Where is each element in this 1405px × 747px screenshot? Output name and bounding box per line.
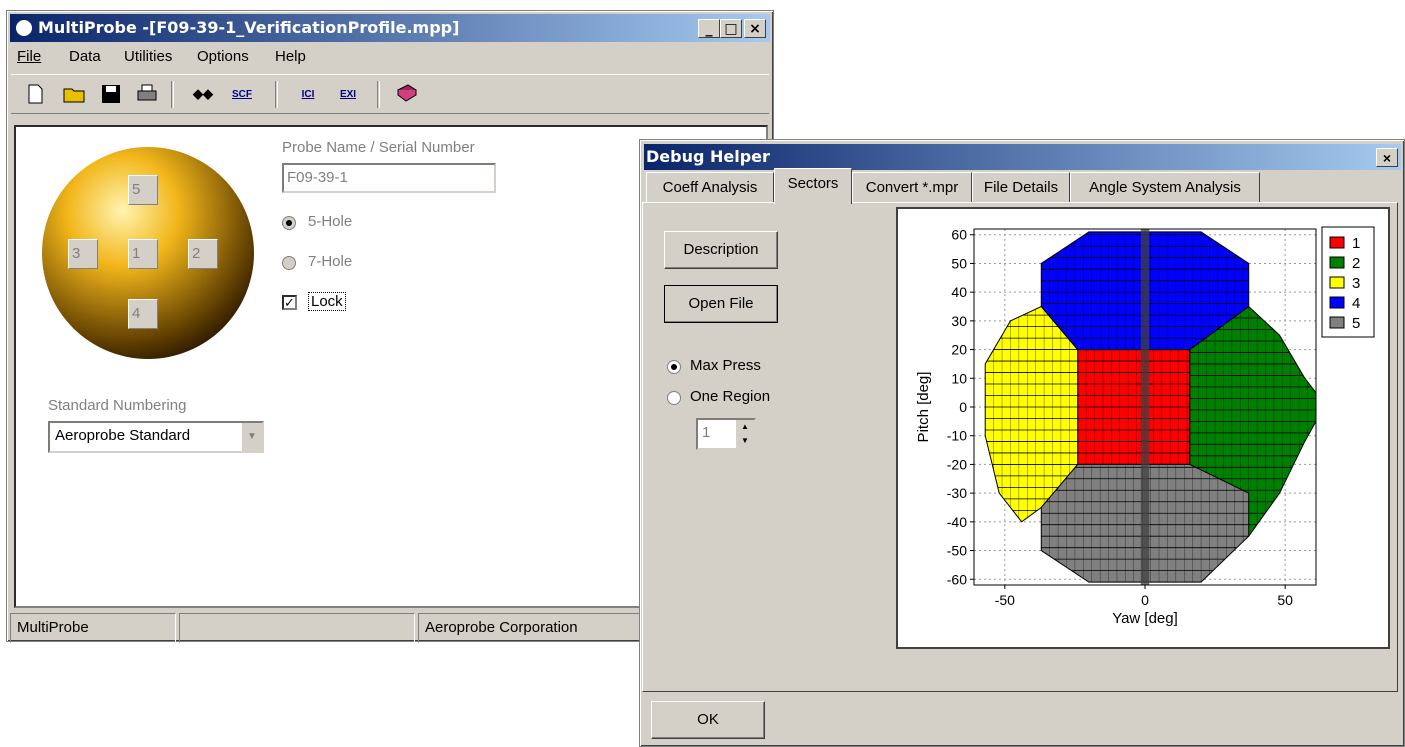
- x-tick-label: 50: [1277, 592, 1293, 608]
- legend-swatch: [1329, 316, 1345, 329]
- debug-title: Debug Helper: [646, 147, 770, 166]
- y-tick-label: 40: [951, 284, 967, 300]
- y-tick-label: 20: [951, 342, 967, 358]
- tab-coeff-analysis[interactable]: Coeff Analysis: [646, 172, 774, 202]
- minimize-button[interactable]: _: [698, 19, 720, 38]
- x-tick-label: 0: [1141, 592, 1149, 608]
- region-spinner[interactable]: 1 ▲ ▼: [696, 418, 756, 450]
- save-disk-icon[interactable]: [99, 82, 123, 106]
- window-title: MultiProbe -[F09-39-1_VerificationProfil…: [38, 18, 460, 37]
- menu-bar: File Data Utilities Options Help: [11, 44, 769, 70]
- lock-checkbox[interactable]: ✓: [282, 295, 297, 310]
- y-tick-label: 50: [951, 255, 967, 271]
- sectors-chart-frame: 60 50 40 30 20 10 0 -10 -20 -30 -40 -50 -60 -50 0 50 Yaw…: [896, 207, 1390, 649]
- numbering-value: Aeroprobe Standard: [55, 427, 191, 444]
- new-file-icon[interactable]: [23, 82, 47, 106]
- menu-help[interactable]: Help: [275, 44, 306, 70]
- y-tick-label: -30: [947, 485, 967, 501]
- ici-icon[interactable]: ICI: [293, 82, 323, 106]
- close-button[interactable]: ×: [744, 19, 766, 38]
- menu-utilities[interactable]: Utilities: [124, 44, 172, 70]
- y-tick-label: -50: [947, 543, 967, 559]
- maximize-button[interactable]: □: [720, 19, 742, 38]
- y-tick-label: -40: [947, 514, 967, 530]
- hole-5[interactable]: 5: [128, 175, 158, 205]
- x-tick-label: -50: [995, 592, 1015, 608]
- legend-label: 4: [1352, 295, 1360, 312]
- toolbar: ◆◆ SCF ICI EXI: [11, 74, 769, 114]
- legend-swatch: [1329, 256, 1345, 269]
- scf-icon[interactable]: SCF: [227, 82, 257, 106]
- one-region-label: One Region: [690, 388, 771, 405]
- y-tick-label: -10: [947, 428, 967, 444]
- numbering-select[interactable]: Aeroprobe Standard ▼: [48, 421, 264, 453]
- toolbar-separator: [171, 81, 174, 108]
- spin-up-icon[interactable]: ▲: [736, 420, 754, 434]
- menu-data[interactable]: Data: [69, 44, 101, 70]
- hole-4[interactable]: 4: [128, 299, 158, 329]
- main-titlebar[interactable]: MultiProbe -[F09-39-1_VerificationProfil…: [10, 14, 770, 42]
- open-file-button[interactable]: Open File: [664, 285, 778, 323]
- legend-swatch: [1329, 276, 1345, 289]
- five-hole-radio[interactable]: [282, 216, 296, 230]
- open-folder-icon[interactable]: [63, 82, 87, 106]
- ok-button[interactable]: OK: [651, 701, 765, 739]
- tab-convert-mpr[interactable]: Convert *.mpr: [852, 172, 972, 202]
- spin-down-icon[interactable]: ▼: [736, 434, 754, 448]
- seven-hole-label: 7-Hole: [308, 253, 353, 270]
- tab-file-details[interactable]: File Details: [972, 172, 1070, 202]
- debug-close-button[interactable]: ×: [1376, 148, 1398, 167]
- probe-name-field[interactable]: F09-39-1: [282, 163, 496, 193]
- legend-swatch: [1329, 296, 1345, 309]
- five-hole-label: 5-Hole: [308, 213, 353, 230]
- legend-swatch: [1329, 236, 1345, 249]
- tab-sectors[interactable]: Sectors: [774, 168, 852, 204]
- menu-file[interactable]: File: [17, 44, 41, 70]
- hole-1[interactable]: 1: [128, 239, 158, 269]
- sectors-chart: 60 50 40 30 20 10 0 -10 -20 -30 -40 -50 -60 -50 0 50 Yaw…: [915, 226, 1375, 627]
- hole-3[interactable]: 3: [68, 239, 98, 269]
- book-icon[interactable]: [395, 82, 419, 106]
- description-button[interactable]: Description: [664, 231, 778, 269]
- y-tick-label: -20: [947, 456, 967, 472]
- y-axis-label: Pitch [deg]: [915, 372, 932, 443]
- status-app: MultiProbe: [10, 613, 176, 643]
- legend-label: 1: [1352, 235, 1360, 252]
- legend-label: 3: [1352, 275, 1360, 292]
- app-icon: [16, 20, 32, 36]
- tab-angle-system-analysis[interactable]: Angle System Analysis: [1070, 172, 1260, 202]
- status-middle: [179, 613, 415, 643]
- y-tick-label: 60: [951, 227, 967, 243]
- debug-titlebar[interactable]: Debug Helper: [644, 144, 1401, 170]
- y-tick-label: 10: [951, 370, 967, 386]
- exi-icon[interactable]: EXI: [333, 82, 363, 106]
- numbering-label: Standard Numbering: [48, 397, 187, 414]
- legend-label: 2: [1352, 255, 1360, 272]
- center-strip: [1140, 229, 1150, 585]
- chevron-down-icon[interactable]: ▼: [242, 423, 262, 451]
- region-value: 1: [702, 424, 711, 441]
- toolbar-separator: [275, 81, 278, 108]
- probe-icon[interactable]: ◆◆: [191, 82, 215, 106]
- probe-name-label: Probe Name / Serial Number: [282, 139, 475, 156]
- menu-options[interactable]: Options: [197, 44, 249, 70]
- x-axis-label: Yaw [deg]: [1112, 610, 1178, 627]
- y-tick-label: 30: [951, 313, 967, 329]
- lock-label: Lock: [308, 292, 346, 311]
- max-press-radio[interactable]: [667, 360, 681, 374]
- legend-label: 5: [1352, 315, 1360, 332]
- max-press-label: Max Press: [690, 357, 761, 374]
- y-tick-label: 0: [959, 399, 967, 415]
- seven-hole-radio[interactable]: [282, 256, 296, 270]
- one-region-radio[interactable]: [667, 391, 681, 405]
- toolbar-separator: [377, 81, 380, 108]
- print-icon[interactable]: [135, 82, 159, 106]
- y-tick-label: -60: [947, 571, 967, 587]
- hole-2[interactable]: 2: [188, 239, 218, 269]
